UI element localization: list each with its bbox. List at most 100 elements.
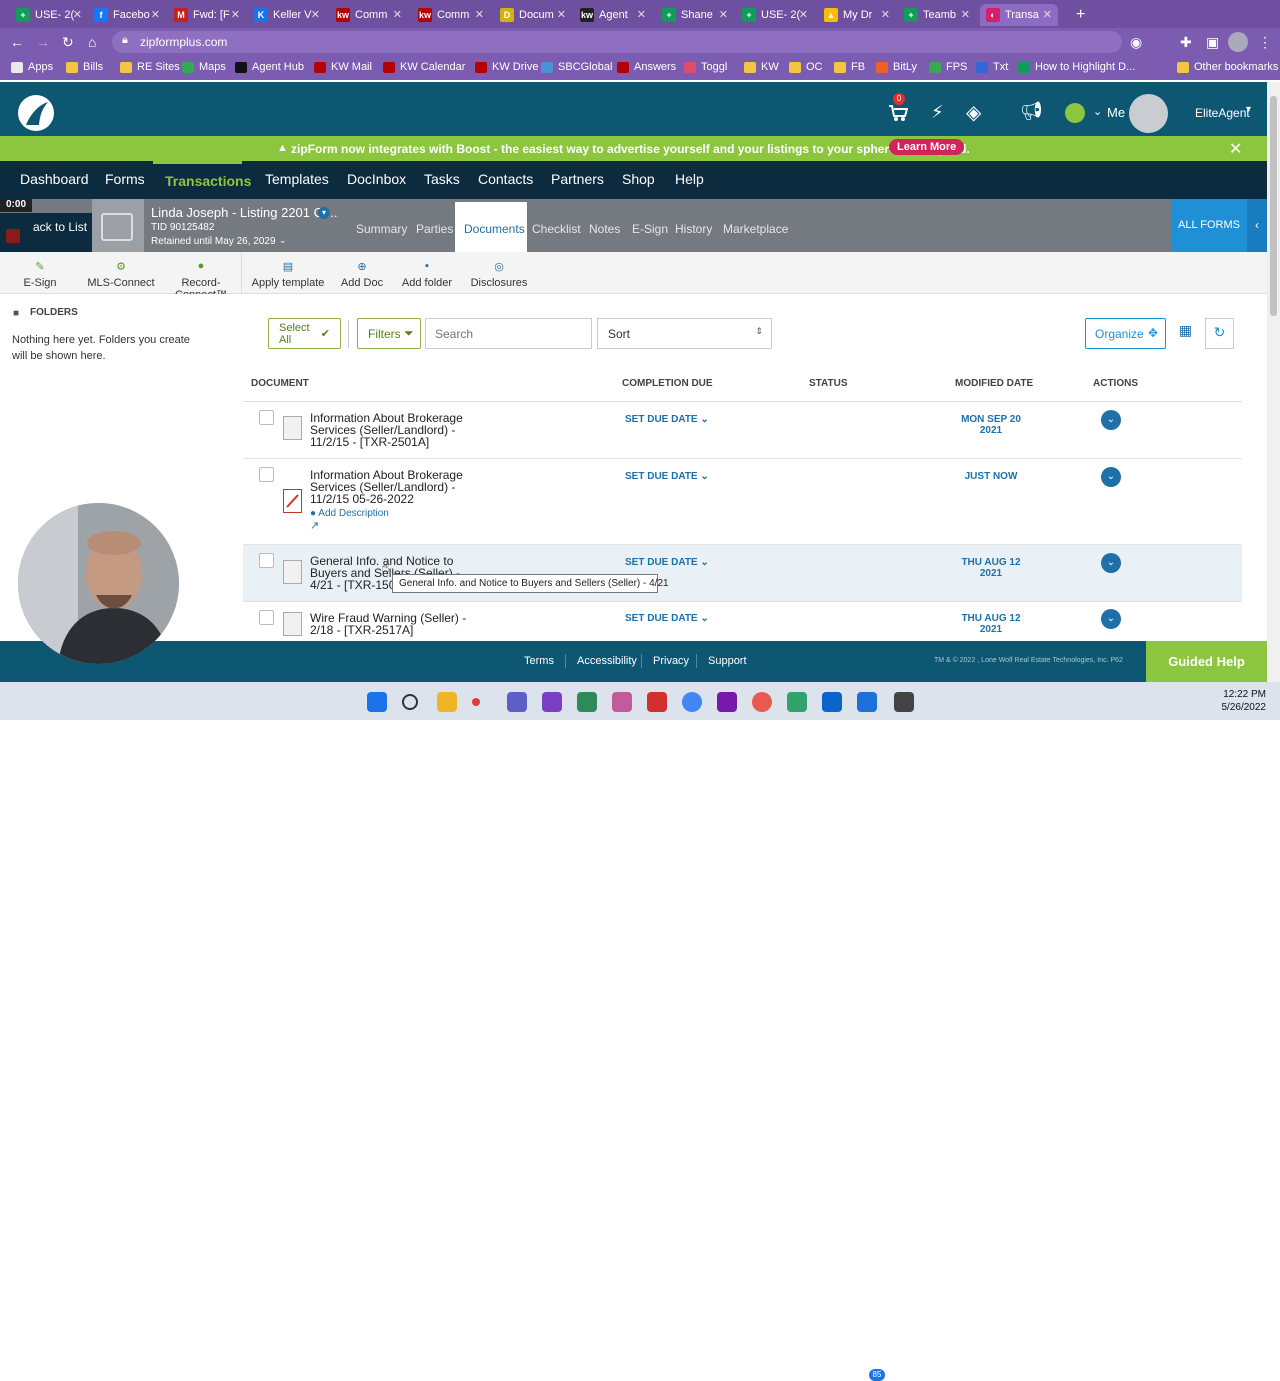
bookmark-item[interactable]: KW Calendar [383,61,465,73]
page-scrollbar[interactable] [1267,82,1280,682]
handshake-icon[interactable]: ◈ [966,100,981,125]
browser-tab[interactable]: kw Agent ✕ [574,4,652,26]
profile-avatar[interactable] [1228,32,1248,52]
document-name[interactable]: Wire Fraud Warning (Seller) - 2/18 - [TX… [310,612,480,636]
close-tab-icon[interactable]: ✕ [799,8,808,21]
toolbar-e-sign[interactable]: ✎ E-Sign [10,260,70,289]
menu-icon[interactable]: ⋮ [1258,34,1272,51]
row-checkbox[interactable] [259,553,274,568]
bookmark-item[interactable]: Apps [11,61,53,73]
toolbar-disclosures[interactable]: ◎ Disclosures [468,260,530,289]
close-tab-icon[interactable]: ✕ [311,8,320,21]
app-icon[interactable] [857,692,877,712]
acrobat-icon[interactable] [647,692,667,712]
open-external-icon[interactable]: ↗ [310,519,319,532]
browser-tab[interactable]: + USE- 2(✕ [736,4,814,26]
select-all-button[interactable]: Select All ✔ [268,318,341,349]
nav-docinbox[interactable]: DocInbox [347,171,406,187]
add-description-link[interactable]: ● Add Description [310,508,389,519]
refresh-icon[interactable]: ↻ [1205,318,1234,349]
bookmark-item[interactable]: Other bookmarks [1177,61,1278,73]
retention-date[interactable]: Retained until May 26, 2029 [151,236,276,247]
close-tab-icon[interactable]: ✕ [151,8,160,21]
bookmark-item[interactable]: Agent Hub [235,61,304,73]
bookmark-item[interactable]: Maps [182,61,226,73]
close-icon[interactable]: ✕ [1229,139,1242,159]
document-name[interactable]: Information About Brokerage Services (Se… [310,412,480,448]
table-row[interactable]: Information About Brokerage Services (Se… [243,459,1242,545]
guided-help-button[interactable]: Guided Help [1146,641,1267,682]
browser-tab[interactable]: kw Comm ✕ [330,4,408,26]
footer-link-accessibility[interactable]: Accessibility [577,655,637,667]
row-actions-button[interactable]: ⌄ [1101,609,1121,629]
learn-more-button[interactable]: Learn More [889,139,965,155]
nav-templates[interactable]: Templates [265,171,329,187]
file-explorer-icon[interactable] [437,692,457,712]
forward-icon[interactable]: → [36,34,50,50]
row-checkbox[interactable] [259,410,274,425]
chevron-down-icon[interactable]: ⌄ [1093,105,1102,118]
grid-view-icon[interactable]: ▦ [1173,322,1198,345]
document-name[interactable]: Information About Brokerage Services (Se… [310,469,480,505]
browser-tab[interactable]: D Docum ✕ [494,4,572,26]
search-input[interactable] [425,318,592,349]
zipform-logo[interactable] [18,95,54,131]
app-icon[interactable] [542,692,562,712]
row-actions-button[interactable]: ⌄ [1101,467,1121,487]
back-to-list-link[interactable]: ack to List [33,220,87,234]
transaction-name[interactable]: Linda Joseph - Listing 2201 Cr... [151,205,337,220]
table-row[interactable]: Wire Fraud Warning (Seller) - 2/18 - [TX… [243,602,1242,641]
browser-tab[interactable]: ▲ My Dr ✕ [818,4,896,26]
toolbar-mls-connect[interactable]: ⚙ MLS-Connect [84,260,158,289]
browser-tab[interactable]: + Teamb ✕ [898,4,976,26]
chrome-icon[interactable] [682,692,702,712]
filters-button[interactable]: Filters ⏷ [357,318,421,349]
bookmark-item[interactable]: FPS [929,61,967,73]
set-due-date-link[interactable]: SET DUE DATE ⌄ [625,557,709,568]
puzzle-icon[interactable]: ✚ [1180,34,1192,51]
nav-forms[interactable]: Forms [105,171,145,187]
close-tab-icon[interactable]: ✕ [557,8,566,21]
close-tab-icon[interactable]: ✕ [475,8,484,21]
calculator-icon[interactable] [894,692,914,712]
bookmark-item[interactable]: How to Highlight D... [1018,61,1135,73]
app-icon[interactable] [752,692,772,712]
megaphone-icon[interactable]: 📢︎ [1020,101,1043,122]
user-menu[interactable]: EliteAgent [1195,106,1250,120]
browser-tab[interactable]: + USE- 2(✕ [10,4,88,26]
start-icon[interactable] [367,692,387,712]
toolbar-add-folder[interactable]: ▪ Add folder [400,260,454,289]
extension-icon[interactable]: ◉ [1130,34,1142,51]
nav-shop[interactable]: Shop [622,171,655,187]
close-tab-icon[interactable]: ✕ [231,8,240,21]
app-icon[interactable] [787,692,807,712]
close-tab-icon[interactable]: ✕ [637,8,646,21]
row-actions-button[interactable]: ⌄ [1101,553,1121,573]
set-due-date-link[interactable]: SET DUE DATE ⌄ [625,613,709,624]
footer-link-support[interactable]: Support [708,655,747,667]
browser-tab[interactable]: kw Comm ✕ [412,4,490,26]
close-tab-icon[interactable]: ✕ [881,8,890,21]
tab-documents[interactable]: Documents [464,222,525,236]
organize-button[interactable]: Organize ✥ [1085,318,1166,349]
outlook-icon[interactable] [822,692,842,712]
set-due-date-link[interactable]: SET DUE DATE ⌄ [625,471,709,482]
bookmark-item[interactable]: KW Mail [314,61,372,73]
record-stop-icon[interactable] [6,229,20,243]
bookmark-item[interactable]: Toggl [684,61,727,73]
row-actions-button[interactable]: ⌄ [1101,410,1121,430]
chevron-down-icon[interactable]: ▾ [1246,104,1251,115]
tab-notes[interactable]: Notes [589,222,620,236]
tab-parties[interactable]: Parties [416,222,453,236]
close-tab-icon[interactable]: ✕ [393,8,402,21]
browser-tab[interactable]: + Shane ✕ [656,4,734,26]
close-tab-icon[interactable]: ✕ [719,8,728,21]
scrollbar-thumb[interactable] [1270,96,1277,316]
lightning-icon[interactable]: ⚡︎ [931,102,944,123]
footer-link-privacy[interactable]: Privacy [653,655,689,667]
footer-link-terms[interactable]: Terms [524,655,554,667]
nav-help[interactable]: Help [675,171,704,187]
tab-summary[interactable]: Summary [356,222,407,236]
cart-icon[interactable] [888,104,909,125]
browser-tab[interactable]: ◐ Transa ✕ [980,4,1058,26]
